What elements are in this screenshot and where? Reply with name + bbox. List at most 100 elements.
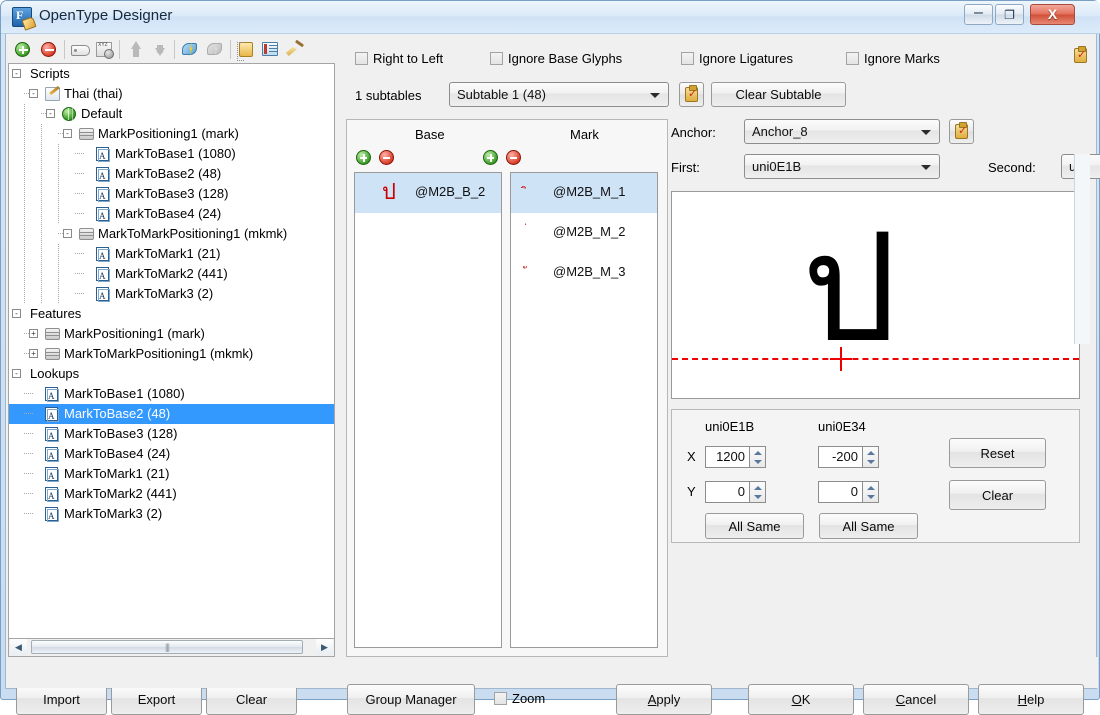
all-same-second-button[interactable]: All Same bbox=[819, 513, 918, 539]
tree-horizontal-scrollbar[interactable]: ◀ ▶ bbox=[8, 639, 335, 657]
glyph-preview-canvas[interactable]: ป bbox=[671, 191, 1080, 399]
expand-icon[interactable]: + bbox=[29, 329, 38, 338]
anchor-dropdown[interactable]: Anchor_8 bbox=[744, 119, 940, 144]
first-y-stepper[interactable] bbox=[749, 481, 766, 503]
app-icon bbox=[12, 7, 32, 27]
lightning-icon[interactable] bbox=[180, 39, 202, 60]
ignore-marks-checkbox[interactable] bbox=[846, 52, 859, 65]
clear-subtable-button[interactable]: Clear Subtable bbox=[711, 82, 846, 107]
move-down-icon[interactable] bbox=[149, 39, 171, 60]
ignore-ligatures-checkbox[interactable] bbox=[681, 52, 694, 65]
second-y-input[interactable]: 0 bbox=[818, 481, 862, 503]
tree-node[interactable]: MarkToBase2 (48) bbox=[9, 404, 334, 426]
tree-node[interactable]: MarkToMark2 (441) bbox=[9, 264, 334, 286]
tree-node[interactable]: MarkToMark2 (441) bbox=[9, 484, 334, 506]
clear-anchor-button[interactable]: Clear bbox=[949, 480, 1046, 510]
tree-node[interactable]: - MarkToMarkPositioning1 (mkmk) bbox=[9, 224, 334, 244]
subtable-dropdown[interactable]: Subtable 1 (48) bbox=[449, 82, 669, 107]
zoom-checkbox[interactable] bbox=[494, 692, 507, 705]
tree-node[interactable]: + MarkToMarkPositioning1 (mkmk) bbox=[9, 344, 334, 364]
tree-node-label: MarkToBase3 (128) bbox=[64, 426, 178, 441]
ignore-base-glyphs-checkbox[interactable] bbox=[490, 52, 503, 65]
glyph-group-name: @M2B_M_3 bbox=[553, 264, 626, 279]
add-icon[interactable] bbox=[12, 39, 34, 60]
tree-node[interactable]: - Default bbox=[9, 104, 334, 124]
x-axis-label: X bbox=[687, 449, 696, 464]
all-same-first-button[interactable]: All Same bbox=[705, 513, 804, 539]
tree-connector bbox=[58, 244, 59, 264]
anchor-copy-button[interactable] bbox=[949, 119, 974, 144]
second-glyph-name: uni0E34 bbox=[818, 419, 866, 434]
move-up-icon[interactable] bbox=[125, 39, 147, 60]
right-edge-scroll-strip[interactable] bbox=[1074, 154, 1090, 344]
first-dropdown[interactable]: uni0E1B bbox=[744, 154, 940, 179]
lookup-copy-icon[interactable] bbox=[1069, 44, 1094, 69]
list-item[interactable]: ั @M2B_M_3 bbox=[511, 253, 657, 293]
scroll-left-icon[interactable]: ◀ bbox=[10, 639, 27, 655]
expand-icon[interactable]: + bbox=[29, 349, 38, 358]
list-item[interactable]: ป @M2B_B_2 bbox=[355, 173, 501, 213]
minimize-button[interactable]: – bbox=[964, 4, 993, 25]
application-window: OpenType Designer – ❐ X bbox=[0, 0, 1100, 715]
tree-node[interactable]: MarkToMark1 (21) bbox=[9, 244, 334, 266]
reset-button[interactable]: Reset bbox=[949, 438, 1046, 468]
add-mark-icon[interactable] bbox=[483, 150, 498, 165]
first-y-input[interactable]: 0 bbox=[705, 481, 749, 503]
collapse-icon[interactable]: - bbox=[63, 229, 72, 238]
tree-connector bbox=[75, 253, 84, 254]
tree-connector bbox=[24, 184, 25, 204]
form-icon[interactable] bbox=[260, 39, 282, 60]
collapse-icon[interactable]: - bbox=[46, 109, 55, 118]
remove-mark-icon[interactable] bbox=[506, 150, 521, 165]
collapse-icon[interactable]: - bbox=[29, 89, 38, 98]
broom-icon[interactable] bbox=[284, 39, 306, 60]
toolbar-separator bbox=[230, 40, 231, 59]
tree-node[interactable]: MarkToBase4 (24) bbox=[9, 444, 334, 466]
feature-tree[interactable]: - Scripts - Thai (thai) - Default - MarkPositio… bbox=[8, 63, 335, 639]
collapse-icon[interactable]: - bbox=[12, 369, 21, 378]
clipboard-check-icon bbox=[955, 122, 968, 139]
list-icon[interactable] bbox=[236, 39, 258, 61]
first-x-stepper[interactable] bbox=[749, 446, 766, 468]
tree-node[interactable]: MarkToMark3 (2) bbox=[9, 284, 334, 306]
scroll-thumb[interactable] bbox=[31, 640, 303, 654]
tree-node[interactable]: MarkToMark3 (2) bbox=[9, 504, 334, 526]
subtable-copy-button[interactable] bbox=[679, 82, 704, 107]
add-base-icon[interactable] bbox=[356, 150, 371, 165]
tree-node[interactable]: - Scripts bbox=[9, 64, 334, 84]
tree-node[interactable]: MarkToBase1 (1080) bbox=[9, 384, 334, 406]
scroll-right-icon[interactable]: ▶ bbox=[316, 639, 333, 655]
tree-node[interactable]: - Thai (thai) bbox=[9, 84, 334, 104]
collapse-icon[interactable]: - bbox=[12, 309, 21, 318]
maximize-button[interactable]: ❐ bbox=[995, 4, 1024, 25]
tree-node[interactable]: MarkToBase3 (128) bbox=[9, 424, 334, 446]
tree-node[interactable]: MarkToMark1 (21) bbox=[9, 464, 334, 486]
list-item[interactable]: ิ @M2B_M_1 bbox=[511, 173, 657, 213]
collapse-icon[interactable]: - bbox=[63, 129, 72, 138]
second-x-input[interactable]: -200 bbox=[818, 446, 862, 468]
tree-node[interactable]: - Lookups bbox=[9, 364, 334, 384]
base-glyph-list[interactable]: ป @M2B_B_2 bbox=[354, 172, 502, 648]
tree-node[interactable]: MarkToBase1 (1080) bbox=[9, 144, 334, 166]
tree-node[interactable]: MarkToBase3 (128) bbox=[9, 184, 334, 206]
tag-icon[interactable] bbox=[70, 39, 92, 60]
first-x-input[interactable]: 1200 bbox=[705, 446, 749, 468]
tree-node[interactable]: + MarkPositioning1 (mark) bbox=[9, 324, 334, 344]
lookup-icon bbox=[45, 386, 59, 406]
mark-glyph-list[interactable]: ิ @M2B_M_1่ @M2B_M_2ั @M2B_M_3 bbox=[510, 172, 658, 648]
tree-node[interactable]: - Features bbox=[9, 304, 334, 324]
remove-icon[interactable] bbox=[38, 39, 60, 60]
second-y-stepper[interactable] bbox=[862, 481, 879, 503]
list-item[interactable]: ่ @M2B_M_2 bbox=[511, 213, 657, 253]
tree-node[interactable]: - MarkPositioning1 (mark) bbox=[9, 124, 334, 144]
tree-node[interactable]: MarkToBase2 (48) bbox=[9, 164, 334, 186]
tree-node[interactable]: MarkToBase4 (24) bbox=[9, 204, 334, 226]
tree-connector bbox=[41, 284, 42, 304]
second-x-stepper[interactable] bbox=[862, 446, 879, 468]
collapse-icon[interactable]: - bbox=[12, 69, 21, 78]
tree-connector bbox=[24, 473, 33, 474]
remove-base-icon[interactable] bbox=[379, 150, 394, 165]
close-button[interactable]: X bbox=[1030, 4, 1075, 25]
xyz-glyph-icon[interactable] bbox=[94, 39, 116, 60]
right-to-left-checkbox[interactable] bbox=[355, 52, 368, 65]
